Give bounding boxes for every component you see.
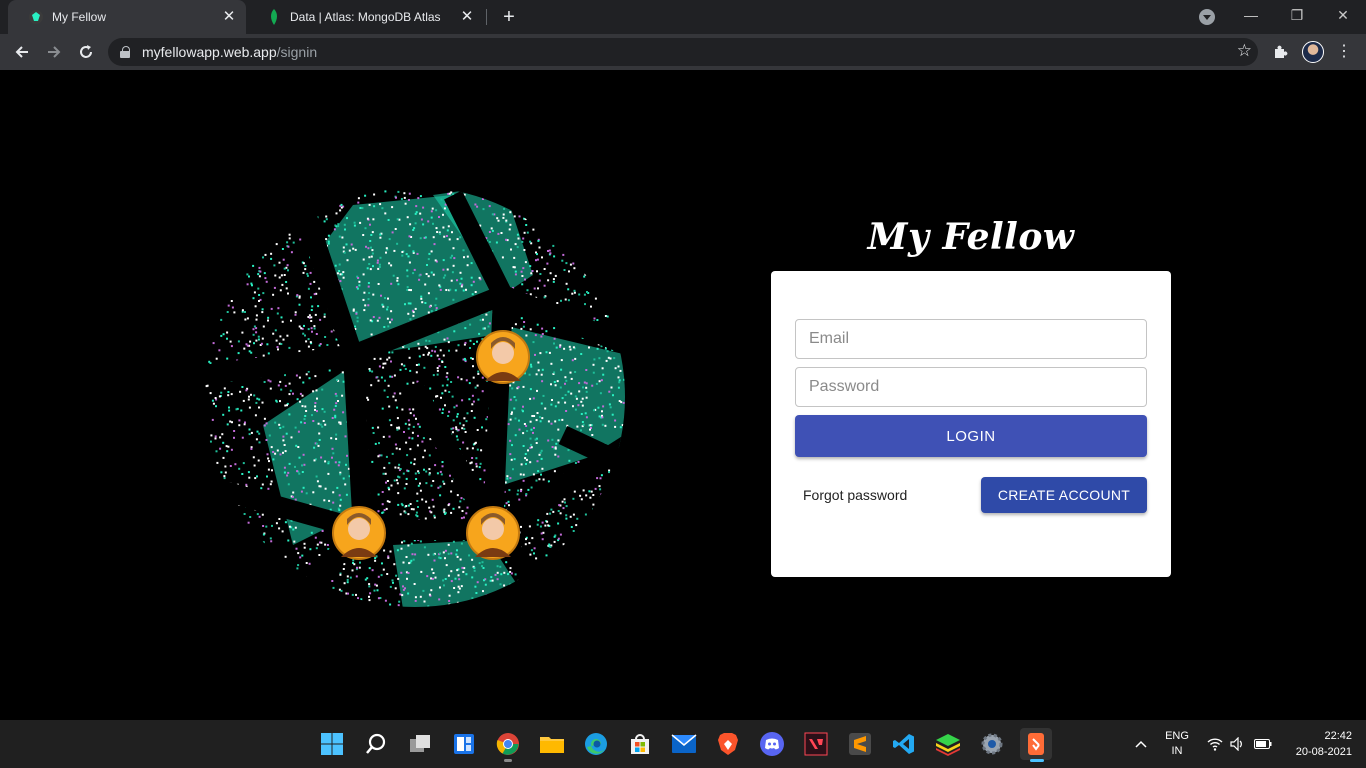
clock[interactable]: 22:42 20-08-2021: [1282, 720, 1352, 768]
profile-avatar[interactable]: [1302, 41, 1324, 63]
language-label: ENG: [1165, 730, 1189, 742]
mail-icon[interactable]: [668, 728, 700, 760]
signin-card: LOGIN Forgot password CREATE ACCOUNT: [771, 271, 1171, 577]
widgets-icon[interactable]: [448, 728, 480, 760]
tab-strip: My Fellow ✕ Data | Atlas: MongoDB Atlas …: [0, 0, 1366, 34]
restore-icon[interactable]: ❐: [1274, 0, 1320, 30]
forward-icon[interactable]: [40, 38, 68, 66]
valorant-icon[interactable]: [800, 728, 832, 760]
tab-close-icon[interactable]: ✕: [220, 8, 238, 26]
language-indicator[interactable]: ENG IN: [1158, 720, 1196, 768]
task-view-icon[interactable]: [404, 728, 436, 760]
windows-taskbar: ENG IN 22:42 20-08-2021: [0, 720, 1366, 768]
new-tab-button[interactable]: +: [498, 6, 520, 28]
microsoft-store-icon[interactable]: [624, 728, 656, 760]
tab-title: Data | Atlas: MongoDB Atlas: [290, 10, 441, 24]
password-field[interactable]: [795, 367, 1147, 407]
sublime-text-icon[interactable]: [844, 728, 876, 760]
fellow-avatar-icon: [476, 330, 530, 384]
fellow-avatar-icon: [332, 506, 386, 560]
active-app-indicator: [1030, 759, 1044, 762]
volume-icon[interactable]: [1228, 720, 1248, 768]
login-button[interactable]: LOGIN: [795, 415, 1147, 457]
tab-separator: [486, 9, 487, 25]
windows-start-icon[interactable]: [316, 728, 348, 760]
email-field[interactable]: [795, 319, 1147, 359]
search-icon[interactable]: [360, 728, 392, 760]
tab-mongodb-atlas[interactable]: Data | Atlas: MongoDB Atlas ✕: [246, 0, 484, 34]
tab-my-fellow[interactable]: My Fellow ✕: [8, 0, 246, 34]
back-icon[interactable]: [8, 38, 36, 66]
chrome-icon[interactable]: [492, 728, 524, 762]
brave-icon[interactable]: [712, 728, 744, 760]
extensions-icon[interactable]: [1266, 38, 1294, 66]
chevron-up-icon[interactable]: [1130, 720, 1152, 768]
create-account-button[interactable]: CREATE ACCOUNT: [981, 477, 1147, 513]
my-fellow-favicon-icon: [28, 9, 44, 25]
discord-icon[interactable]: [756, 728, 788, 760]
postman-icon[interactable]: [1020, 728, 1052, 762]
address-bar[interactable]: myfellowapp.web.app/signin ☆: [108, 38, 1258, 66]
more-menu-icon[interactable]: ⋮: [1330, 38, 1358, 66]
reload-icon[interactable]: [72, 38, 100, 66]
edge-icon[interactable]: [580, 728, 612, 760]
lock-icon[interactable]: [120, 46, 130, 58]
clock-date: 20-08-2021: [1295, 746, 1352, 758]
tab-close-icon[interactable]: ✕: [458, 8, 476, 26]
minimize-icon[interactable]: —: [1228, 0, 1274, 30]
bluestacks-icon[interactable]: [932, 728, 964, 760]
battery-icon[interactable]: [1252, 720, 1274, 768]
vscode-icon[interactable]: [888, 728, 920, 760]
url-path: /signin: [276, 44, 318, 60]
browser-toolbar: myfellowapp.web.app/signin ☆ ⋮: [0, 34, 1366, 70]
tab-search-icon[interactable]: [1199, 9, 1215, 25]
window-close-icon[interactable]: ✕: [1320, 0, 1366, 30]
mongodb-leaf-icon: [266, 9, 282, 25]
url-host: myfellowapp.web.app: [142, 44, 277, 60]
running-indicator: [504, 759, 512, 762]
file-explorer-icon[interactable]: [536, 728, 568, 760]
brand-title: My Fellow: [867, 216, 1075, 258]
network-illustration: [203, 185, 627, 609]
wifi-icon[interactable]: [1204, 720, 1226, 768]
region-label: IN: [1171, 745, 1183, 757]
signin-page: My Fellow LOGIN Forgot password CREATE A…: [0, 70, 1366, 720]
tab-title: My Fellow: [52, 10, 107, 24]
bookmark-star-icon[interactable]: ☆: [1237, 41, 1252, 61]
fellow-avatar-icon: [466, 506, 520, 560]
settings-icon[interactable]: [976, 728, 1008, 760]
forgot-password-link[interactable]: Forgot password: [803, 487, 907, 503]
clock-time: 22:42: [1324, 730, 1352, 742]
